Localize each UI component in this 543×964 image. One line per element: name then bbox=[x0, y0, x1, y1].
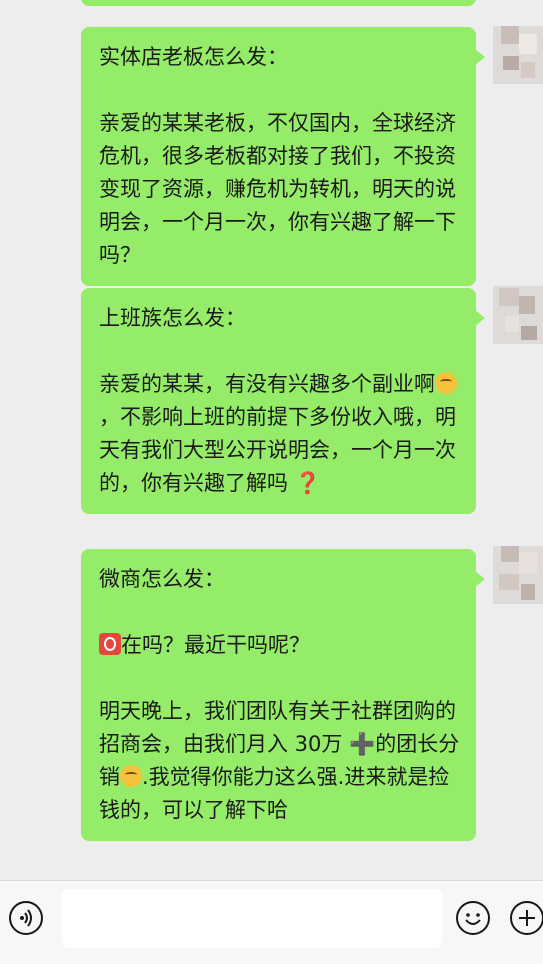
red-o-emoji bbox=[99, 633, 121, 655]
message-bubble[interactable]: 上班族怎么发： 亲爱的某某，有没有兴趣多个副业啊 ，不影响上班的前提下多份收入哦，… bbox=[81, 288, 485, 514]
chat-area: 实体店老板怎么发： 亲爱的某某老板，不仅国内，全球经济危机，很多老板都对接了我们… bbox=[0, 0, 543, 880]
message-text-part: ，不影响上班的前提下多份收入哦，明天有我们大型公开说明会，一个月一次的，你有兴趣… bbox=[99, 405, 456, 495]
message-text: 明天晚上，我们团队有关于社群团购的招商会，由我们月入 30万 ➕的团长分销 .我觉… bbox=[99, 695, 460, 827]
message-text: 亲爱的某某，有没有兴趣多个副业啊 ，不影响上班的前提下多份收入哦，明天有我们大型公… bbox=[99, 368, 460, 500]
message-title: 上班族怎么发： bbox=[99, 306, 246, 330]
message-text: 在吗？最近干吗呢？ bbox=[99, 629, 460, 662]
message-title: 实体店老板怎么发： bbox=[99, 45, 288, 69]
message-bubble[interactable]: 实体店老板怎么发： 亲爱的某某老板，不仅国内，全球经济危机，很多老板都对接了我们… bbox=[81, 27, 485, 286]
avatar[interactable] bbox=[493, 286, 543, 344]
message-bubble[interactable]: 微商怎么发： 在吗？最近干吗呢？ 明天晚上，我们团队有关于社群团购的招商会，由我… bbox=[81, 549, 485, 841]
message-title: 微商怎么发： bbox=[99, 567, 225, 591]
thinking-face-emoji bbox=[435, 372, 457, 394]
message-text-part: 在吗？最近干吗呢？ bbox=[121, 633, 310, 657]
avatar[interactable] bbox=[493, 546, 543, 604]
thinking-face-emoji bbox=[120, 765, 142, 787]
message-text-part: 亲爱的某某，有没有兴趣多个副业啊 bbox=[99, 372, 435, 396]
message-text-part: .我觉得你能力这么强.进来就是捡钱的，可以了解下哈 bbox=[99, 765, 450, 822]
avatar[interactable] bbox=[493, 26, 543, 84]
message-bubble-partial[interactable] bbox=[81, 0, 476, 6]
plus-icon[interactable] bbox=[510, 901, 543, 935]
plus-emoji: ➕ bbox=[349, 732, 376, 756]
message-input[interactable] bbox=[62, 889, 442, 948]
voice-icon[interactable] bbox=[9, 901, 43, 935]
question-mark-emoji: ❓ bbox=[294, 471, 321, 495]
emoji-icon[interactable] bbox=[456, 901, 490, 935]
input-bar bbox=[0, 880, 543, 964]
message-text: 亲爱的某某老板，不仅国内，全球经济危机，很多老板都对接了我们，不投资变现了资源，… bbox=[99, 111, 456, 267]
